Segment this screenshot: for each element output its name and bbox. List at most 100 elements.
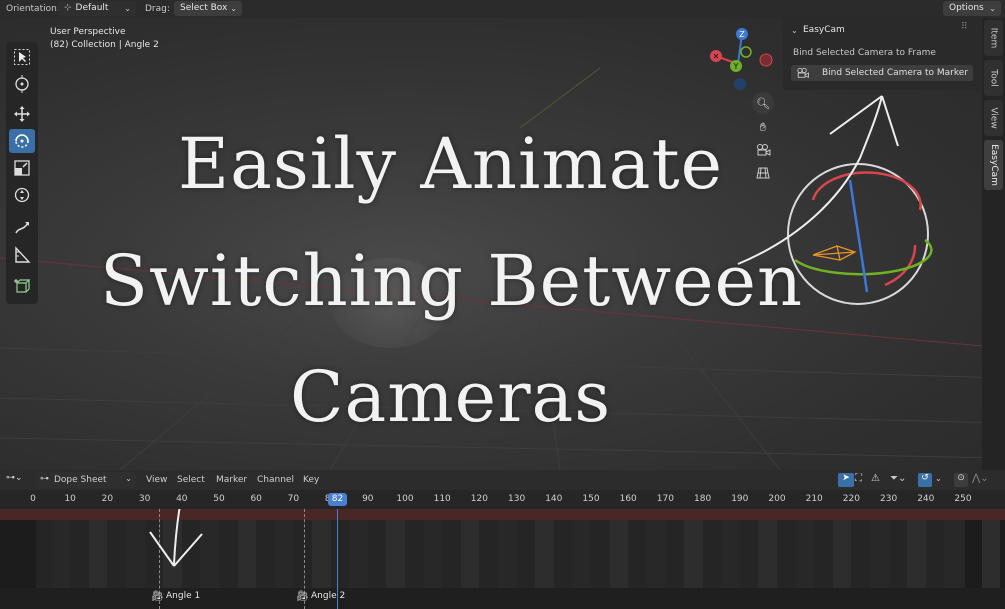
annotation-arrow-marker — [149, 509, 203, 567]
snap-icon: ↺ — [921, 473, 929, 483]
falloff-curve-icon[interactable]: ⋀⌄ — [972, 473, 989, 484]
rotate-icon — [15, 134, 29, 148]
transform-tool-button[interactable] — [9, 183, 35, 207]
frame-tick-label: 150 — [582, 494, 600, 504]
dopesheet-icon: ⊶⌄ — [6, 473, 23, 483]
frame-tick-label: 130 — [508, 494, 526, 504]
menu-key[interactable]: Key — [303, 475, 319, 485]
frame-grid-column — [88, 520, 108, 588]
frame-tick-label: 170 — [656, 494, 674, 504]
bind-marker-button[interactable]: Bind Selected Camera to Marker — [791, 65, 973, 81]
frame-tick-label: 40 — [176, 494, 188, 504]
rotate-tool-button[interactable] — [9, 129, 35, 153]
orientation-value: Default — [75, 3, 109, 13]
move-arrows-icon — [14, 106, 30, 122]
marker-label-angle-2[interactable]: Angle 2 — [311, 591, 345, 601]
dopesheet-header: ⊶⌄ ⊶ Dope Sheet ⌄ View Select Marker Cha… — [0, 470, 1005, 490]
bind-marker-label: Bind Selected Camera to Marker — [822, 68, 969, 78]
frame-grid-column — [758, 520, 777, 588]
menu-channel[interactable]: Channel — [257, 475, 294, 485]
frame-grid-column — [832, 520, 852, 588]
frame-tick-label: 250 — [954, 494, 972, 504]
gizmo-x-label: ✕ — [713, 52, 720, 61]
show-hidden-toggle[interactable]: ⛶ — [855, 473, 869, 487]
view-name-label: User Perspective — [50, 27, 126, 37]
tab-tool[interactable]: Tool — [984, 60, 1003, 96]
frame-grid-column — [646, 520, 666, 588]
frame-grid-column — [684, 520, 703, 588]
auto-snap-toggle[interactable]: ↺ — [918, 473, 932, 487]
menu-marker[interactable]: Marker — [216, 475, 247, 485]
frame-grid-column — [981, 520, 1001, 588]
menu-view[interactable]: View — [146, 475, 167, 485]
filter-funnel-icon: ⏷⌄ — [890, 473, 907, 484]
move-tool-button[interactable] — [9, 102, 35, 126]
select-tool-button[interactable] — [9, 45, 35, 69]
chevron-down-icon: ⌄ — [124, 4, 131, 13]
frame-tick-label: 60 — [250, 494, 262, 504]
frame-tick-label: 20 — [101, 494, 114, 504]
drag-dropdown[interactable]: Select Box ⌄ — [174, 1, 242, 16]
cursor-tool-button[interactable] — [9, 72, 35, 96]
warning-icon: ⚠ — [871, 473, 880, 484]
proportional-edit-toggle[interactable]: ⊙ — [954, 473, 968, 487]
measure-tool-button[interactable] — [9, 243, 35, 267]
tab-view[interactable]: View — [984, 100, 1003, 136]
frame-grid-column — [274, 520, 294, 588]
scale-icon — [14, 160, 30, 176]
annotate-tool-button[interactable] — [9, 216, 35, 240]
chevron-down-icon: ⌄ — [989, 4, 996, 13]
scale-tool-button[interactable] — [9, 156, 35, 180]
frame-tick-label: 10 — [64, 494, 76, 504]
3d-cursor-icon — [15, 75, 29, 93]
frame-tick-label: 100 — [396, 494, 414, 504]
cursor-arrow-icon: ➤ — [842, 473, 850, 483]
frame-grid-column — [907, 520, 926, 588]
add-cube-tool-button[interactable] — [9, 274, 35, 298]
tab-easycam[interactable]: EasyCam — [984, 140, 1003, 190]
frame-grid-column — [609, 520, 629, 588]
frame-grid-column — [721, 520, 740, 588]
drag-handle-icon[interactable]: ⠿ — [961, 22, 968, 32]
frame-tick-label: 230 — [880, 494, 898, 504]
only-selected-toggle[interactable]: ➤ — [838, 473, 854, 487]
current-frame-indicator[interactable]: 82 — [328, 493, 347, 506]
marker-label-angle-1[interactable]: Angle 1 — [166, 591, 200, 601]
frame-grid-column — [870, 520, 889, 588]
frame-tick-label: 50 — [213, 494, 225, 504]
filter-dropdown[interactable]: ⏷⌄ — [890, 473, 912, 487]
drag-label: Drag: — [145, 4, 170, 14]
chevron-down-icon[interactable]: ⌄ — [935, 474, 942, 483]
tab-item[interactable]: Item — [984, 20, 1003, 56]
dopesheet-timeline[interactable]: ‹ › 🎥︎ Angle 1 🎥︎ Angle 2 — [0, 509, 1005, 609]
frame-tick-label: 70 — [287, 494, 300, 504]
viewport-header: Orientation: ⊹ Default ⌄ Drag: Select Box ⌄… — [0, 0, 1005, 18]
menu-select[interactable]: Select — [177, 475, 205, 485]
frame-tick-label: 110 — [433, 494, 451, 504]
gizmo-z-label: Z — [739, 30, 745, 39]
frame-tick-label: 0 — [30, 494, 36, 504]
add-cube-icon — [14, 279, 31, 293]
scroll-left-icon[interactable]: ‹ — [0, 509, 4, 513]
orientation-label: Orientation: — [6, 4, 60, 14]
collapse-chevron-icon[interactable]: ⌄ — [791, 26, 798, 35]
frame-ruler[interactable]: 0102030405060708090100110120130140150160… — [0, 490, 1005, 509]
panel-title: EasyCam — [803, 25, 845, 35]
frame-grid-column — [423, 520, 443, 588]
dopesheet-mode-icon: ⊶ — [40, 474, 49, 484]
orientation-dropdown[interactable]: ⊹ Default ⌄ — [58, 1, 136, 16]
editor-type-button[interactable]: ⊶⌄ — [6, 473, 30, 487]
cursor-select-icon — [14, 49, 30, 65]
options-dropdown[interactable]: Options ⌄ — [943, 1, 1001, 16]
headline-line-3: Cameras — [290, 356, 612, 438]
tab-item-label: Item — [988, 27, 999, 49]
frame-tick-label: 210 — [805, 494, 823, 504]
scroll-right-icon[interactable]: › — [996, 509, 1000, 513]
frame-tick-label: 200 — [768, 494, 786, 504]
transform-icon — [14, 187, 30, 203]
only-errors-toggle[interactable]: ⚠ — [871, 473, 885, 487]
frame-tick-label: 90 — [362, 494, 374, 504]
sidebar-tabs: Item Tool View EasyCam — [982, 18, 1005, 470]
frame-grid-column — [498, 520, 517, 588]
mode-dropdown[interactable]: ⊶ Dope Sheet ⌄ — [36, 472, 136, 488]
